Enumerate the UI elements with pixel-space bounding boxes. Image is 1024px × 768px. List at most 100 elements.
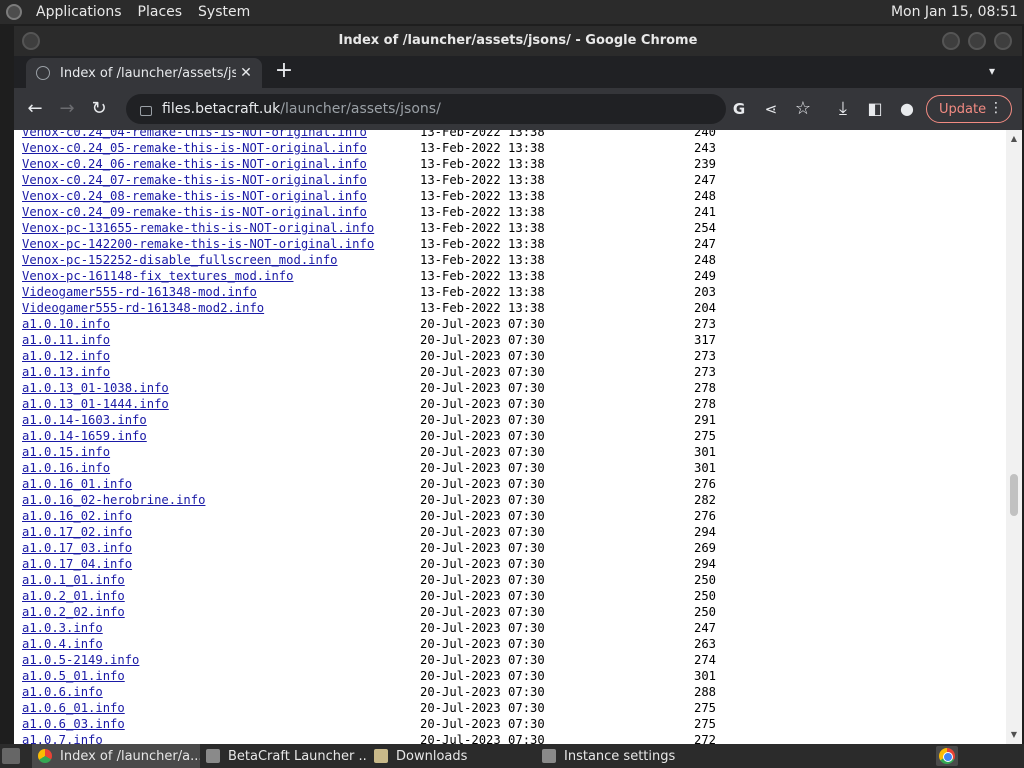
menu-applications[interactable]: Applications [28, 4, 130, 20]
file-link[interactable]: Videogamer555-rd-161348-mod.info [22, 284, 257, 300]
page-scrollbar[interactable]: ▲ ▼ [1006, 130, 1022, 744]
file-link[interactable]: Venox-pc-142200-remake-this-is-NOT-origi… [22, 236, 374, 252]
file-link[interactable]: Videogamer555-rd-161348-mod2.info [22, 300, 264, 316]
file-link[interactable]: a1.0.11.info [22, 332, 110, 348]
file-link[interactable]: Venox-c0.24_09-remake-this-is-NOT-origin… [22, 204, 367, 220]
download-icon[interactable]: ⤓ [832, 98, 854, 120]
file-link[interactable]: a1.0.5_01.info [22, 668, 125, 684]
file-link[interactable]: a1.0.10.info [22, 316, 110, 332]
file-link[interactable]: Venox-pc-161148-fix_textures_mod.info [22, 268, 294, 284]
file-link[interactable]: a1.0.16_01.info [22, 476, 132, 492]
reload-icon[interactable]: ↻ [88, 98, 110, 120]
file-link[interactable]: a1.0.13_01-1444.info [22, 396, 169, 412]
file-link[interactable]: a1.0.12.info [22, 348, 110, 364]
file-link[interactable]: Venox-c0.24_06-remake-this-is-NOT-origin… [22, 156, 367, 172]
file-size: 278 [693, 397, 716, 411]
file-link[interactable]: a1.0.13_01-1038.info [22, 380, 169, 396]
distro-logo-icon[interactable] [6, 4, 22, 20]
listing-row: a1.0.15.info 20-Jul-2023 07:30 301 [22, 444, 1002, 460]
file-date: 13-Feb-2022 13:38 [420, 173, 545, 187]
close-window-icon[interactable] [994, 32, 1012, 50]
file-size: 248 [693, 189, 716, 203]
forward-icon[interactable]: → [56, 98, 78, 120]
profile-icon[interactable]: ● [896, 98, 918, 120]
menu-places[interactable]: Places [130, 4, 191, 20]
share-icon[interactable]: ⋖ [760, 98, 782, 120]
task-instance-settings[interactable]: Instance settings [536, 744, 704, 768]
file-date: 20-Jul-2023 07:30 [420, 477, 545, 491]
show-desktop-icon[interactable] [2, 748, 20, 764]
listing-row: Venox-pc-131655-remake-this-is-NOT-origi… [22, 220, 1002, 236]
tab-search-chevron-icon[interactable]: ▾ [984, 64, 1000, 80]
file-link[interactable]: a1.0.3.info [22, 620, 103, 636]
window-menu-icon[interactable] [22, 32, 40, 50]
file-link[interactable]: Venox-pc-131655-remake-this-is-NOT-origi… [22, 220, 374, 236]
file-link[interactable]: a1.0.16_02-herobrine.info [22, 492, 205, 508]
file-link[interactable]: a1.0.2_02.info [22, 604, 125, 620]
scroll-thumb[interactable] [1010, 474, 1018, 516]
update-label: Update [939, 101, 987, 117]
file-link[interactable]: a1.0.17_02.info [22, 524, 132, 540]
window-titlebar[interactable]: Index of /launcher/assets/jsons/ - Googl… [14, 26, 1022, 56]
lock-icon[interactable] [140, 106, 152, 116]
file-date: 20-Jul-2023 07:30 [420, 733, 545, 744]
file-date: 20-Jul-2023 07:30 [420, 573, 545, 587]
file-link[interactable]: a1.0.6.info [22, 684, 103, 700]
file-link[interactable]: a1.0.16.info [22, 460, 110, 476]
menu-system[interactable]: System [190, 4, 258, 20]
file-date: 13-Feb-2022 13:38 [420, 253, 545, 267]
file-date: 20-Jul-2023 07:30 [420, 541, 545, 555]
google-lens-icon[interactable]: G [728, 98, 750, 120]
file-link[interactable]: Venox-c0.24_04-remake-this-is-NOT-origin… [22, 130, 367, 140]
scroll-up-icon[interactable]: ▲ [1010, 134, 1018, 143]
side-panel-icon[interactable]: ◧ [864, 98, 886, 120]
file-link[interactable]: a1.0.2_01.info [22, 588, 125, 604]
tab-close-icon[interactable]: ✕ [236, 65, 256, 81]
new-tab-icon[interactable]: + [272, 60, 296, 84]
file-link[interactable]: a1.0.17_04.info [22, 556, 132, 572]
task-label: Index of /launcher/a... [60, 748, 200, 764]
listing-row: a1.0.16_02-herobrine.info 20-Jul-2023 07:… [22, 492, 1002, 508]
file-link[interactable]: a1.0.7.info [22, 732, 103, 744]
task-chrome[interactable]: Index of /launcher/a... [32, 744, 200, 768]
file-size: 294 [693, 557, 716, 571]
back-icon[interactable]: ← [24, 98, 46, 120]
file-link[interactable]: a1.0.13.info [22, 364, 110, 380]
tab-active[interactable]: Index of /launcher/assets/json ✕ [26, 58, 262, 88]
task-downloads[interactable]: Downloads [368, 744, 536, 768]
browser-toolbar: ← → ↻ files.betacraft.uk/launcher/assets… [14, 88, 1022, 130]
more-menu-icon[interactable]: ⋮ [989, 100, 1003, 116]
file-link[interactable]: a1.0.6_01.info [22, 700, 125, 716]
file-link[interactable]: a1.0.1_01.info [22, 572, 125, 588]
file-size: 250 [693, 589, 716, 603]
file-link[interactable]: a1.0.14-1603.info [22, 412, 147, 428]
tray-chrome-icon[interactable] [936, 746, 958, 766]
minimize-icon[interactable] [942, 32, 960, 50]
file-link[interactable]: Venox-c0.24_07-remake-this-is-NOT-origin… [22, 172, 367, 188]
listing-row: Venox-c0.24_04-remake-this-is-NOT-origin… [22, 130, 1002, 140]
file-link[interactable]: a1.0.6_03.info [22, 716, 125, 732]
file-link[interactable]: Venox-c0.24_08-remake-this-is-NOT-origin… [22, 188, 367, 204]
directory-listing: Venox-c0.24_04-remake-this-is-NOT-origin… [22, 130, 1002, 744]
update-button[interactable]: Update ⋮ [926, 95, 1012, 123]
file-link[interactable]: a1.0.14-1659.info [22, 428, 147, 444]
file-date: 20-Jul-2023 07:30 [420, 509, 545, 523]
clock[interactable]: Mon Jan 15, 08:51 [891, 4, 1018, 20]
file-date: 13-Feb-2022 13:38 [420, 141, 545, 155]
file-link[interactable]: Venox-pc-152252-disable_fullscreen_mod.i… [22, 252, 338, 268]
file-size: 248 [693, 253, 716, 267]
file-link[interactable]: a1.0.16_02.info [22, 508, 132, 524]
file-link[interactable]: Venox-c0.24_05-remake-this-is-NOT-origin… [22, 140, 367, 156]
file-link[interactable]: a1.0.17_03.info [22, 540, 132, 556]
address-bar[interactable]: files.betacraft.uk/launcher/assets/jsons… [126, 94, 726, 124]
maximize-icon[interactable] [968, 32, 986, 50]
task-betacraft[interactable]: BetaCraft Launcher ... [200, 744, 368, 768]
file-link[interactable]: a1.0.5-2149.info [22, 652, 139, 668]
scroll-down-icon[interactable]: ▼ [1010, 730, 1018, 739]
file-link[interactable]: a1.0.15.info [22, 444, 110, 460]
listing-row: a1.0.6.info 20-Jul-2023 07:30 288 [22, 684, 1002, 700]
folder-icon [374, 749, 388, 763]
file-date: 13-Feb-2022 13:38 [420, 130, 545, 139]
bookmark-star-icon[interactable]: ☆ [792, 98, 814, 120]
file-link[interactable]: a1.0.4.info [22, 636, 103, 652]
